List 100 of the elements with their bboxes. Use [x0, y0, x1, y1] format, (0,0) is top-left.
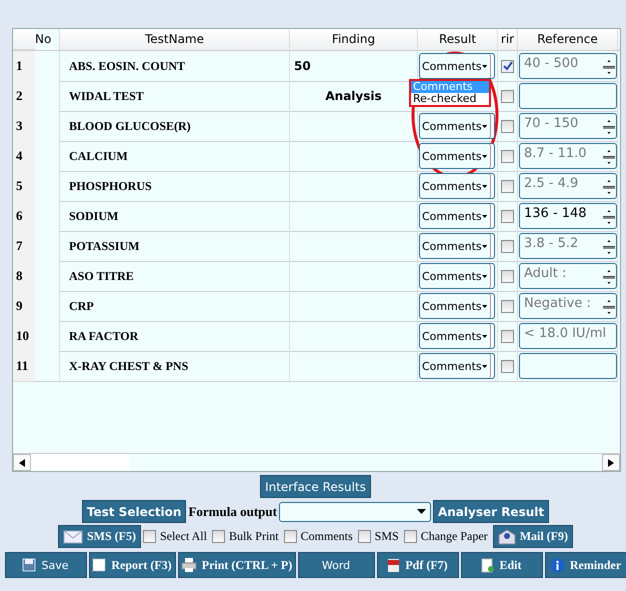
toolbar-button[interactable]: Edit [460, 552, 542, 578]
row-number: 10 [13, 321, 35, 352]
toolbar-button[interactable]: Report (F3) [88, 552, 176, 578]
checkbox-label: Bulk Print [228, 529, 279, 544]
row-number: 7 [13, 231, 35, 262]
caret-icon [482, 364, 487, 368]
test-name-cell: CALCIUM [60, 141, 290, 172]
reference-field[interactable] [519, 83, 617, 109]
test-name-cell: RA FACTOR [60, 321, 290, 352]
envelope-icon [62, 530, 83, 544]
row-number: 6 [13, 201, 35, 232]
result-dropdown[interactable]: Comments [419, 323, 495, 349]
test-name-cell: PHOSPHORUS [60, 171, 290, 202]
toolbar-button[interactable]: Word [298, 552, 374, 578]
reference-field[interactable]: < 18.0 IU/ml [519, 323, 617, 349]
checkbox[interactable] [501, 150, 514, 162]
interface-results-button[interactable]: Interface Results [260, 475, 371, 498]
reference-field[interactable]: 3.8 - 5.2 [519, 233, 617, 259]
checkbox-label: SMS [374, 529, 399, 544]
mail-button[interactable]: Mail (F9) [492, 525, 574, 548]
checkbox-label: Change Paper [420, 529, 488, 544]
result-dropdown[interactable]: Comments [419, 263, 495, 289]
toolbar-button[interactable]: Print (CTRL + P) [178, 552, 296, 578]
result-dropdown[interactable]: Comments [419, 203, 495, 229]
checkbox[interactable] [501, 360, 514, 372]
frame-icon [92, 558, 106, 572]
test-name-cell: ABS. EOSIN. COUNT [60, 51, 290, 82]
toolbar-button[interactable]: Reminder [544, 552, 626, 578]
result-dropdown[interactable]: Comments [419, 233, 495, 259]
checkbox[interactable] [501, 60, 514, 72]
result-dropdown[interactable]: Comments [419, 143, 495, 169]
toolbar-button[interactable]: Pdf (F7) [376, 552, 458, 578]
reference-field[interactable]: Adult : [519, 263, 617, 289]
document-icon [387, 558, 400, 572]
checkbox[interactable] [501, 120, 514, 132]
reference-field[interactable]: 70 - 150 [519, 113, 617, 139]
column-header[interactable]: rir [498, 29, 518, 50]
checkbox[interactable] [284, 530, 297, 543]
formula-output-dropdown[interactable] [278, 502, 431, 522]
caret-icon [482, 244, 487, 248]
test-name-cell: BLOOD GLUCOSE(R) [60, 111, 290, 142]
test-name-cell: CRP [60, 291, 290, 322]
test-selection-button[interactable]: Test Selection [82, 500, 186, 523]
column-header[interactable]: Result [418, 29, 498, 50]
row-number: 8 [13, 261, 35, 292]
result-dropdown[interactable]: Comments [419, 353, 495, 379]
checkbox[interactable] [501, 210, 514, 222]
caret-icon [482, 274, 487, 278]
table-cell [35, 351, 60, 382]
right-arrow-icon [608, 458, 614, 466]
caret-icon [482, 184, 487, 188]
caret-icon [482, 124, 487, 128]
formula-output-label: Formula output [188, 504, 277, 520]
reference-field[interactable]: 2.5 - 4.9 [519, 173, 617, 199]
analyser-result-button[interactable]: Analyser Result [432, 500, 550, 523]
scroll-right-button[interactable] [602, 454, 620, 471]
checkbox[interactable] [212, 530, 225, 543]
checkbox[interactable] [501, 270, 514, 282]
mail-icon [498, 528, 516, 544]
checkbox[interactable] [501, 90, 514, 102]
reference-field[interactable]: 8.7 - 11.0 [519, 143, 617, 169]
sms-button[interactable]: SMS (F5) [58, 525, 141, 548]
reference-field[interactable]: Negative : [519, 293, 617, 319]
checkbox[interactable] [404, 530, 417, 543]
row-number: 11 [13, 351, 35, 382]
checkbox[interactable] [501, 240, 514, 252]
left-arrow-icon [19, 458, 25, 466]
row-number: 5 [13, 171, 35, 202]
checkbox[interactable] [358, 530, 371, 543]
column-header[interactable]: TestName [60, 29, 290, 50]
caret-icon [482, 304, 487, 308]
info-icon [550, 558, 565, 572]
dropdown-option[interactable]: Comments [411, 81, 489, 93]
checkbox[interactable] [142, 530, 156, 543]
column-header[interactable]: No [35, 29, 60, 50]
test-name-cell: ASO TITRE [60, 261, 290, 292]
reference-field[interactable]: 40 - 500 [519, 53, 617, 79]
caret-icon [482, 154, 487, 158]
row-number: 4 [13, 141, 35, 172]
checkbox[interactable] [501, 180, 514, 192]
test-name-cell: X-RAY CHEST & PNS [60, 351, 290, 382]
reference-field[interactable]: 136 - 148 [519, 203, 617, 229]
dropdown-option[interactable]: Re-checked [411, 93, 489, 105]
result-dropdown[interactable]: Comments [419, 173, 495, 199]
result-dropdown[interactable]: Comments [419, 293, 495, 319]
test-name-cell: WIDAL TEST [60, 81, 290, 112]
row-number: 2 [13, 81, 35, 112]
dropdown-list[interactable]: Comments Re-checked [409, 79, 491, 107]
result-dropdown[interactable]: Comments [419, 113, 495, 139]
checkbox[interactable] [501, 330, 514, 342]
scroll-thumb[interactable] [31, 454, 129, 471]
result-dropdown[interactable]: Comments [419, 53, 495, 79]
reference-field[interactable] [519, 353, 617, 379]
toolbar-button[interactable]: Save [4, 552, 86, 578]
scroll-left-button[interactable] [13, 454, 31, 471]
column-header[interactable]: Finding [290, 29, 418, 50]
horizontal-scrollbar[interactable] [13, 453, 620, 471]
row-number: 1 [13, 51, 35, 82]
column-header[interactable]: Reference [518, 29, 618, 50]
checkbox[interactable] [501, 300, 514, 312]
